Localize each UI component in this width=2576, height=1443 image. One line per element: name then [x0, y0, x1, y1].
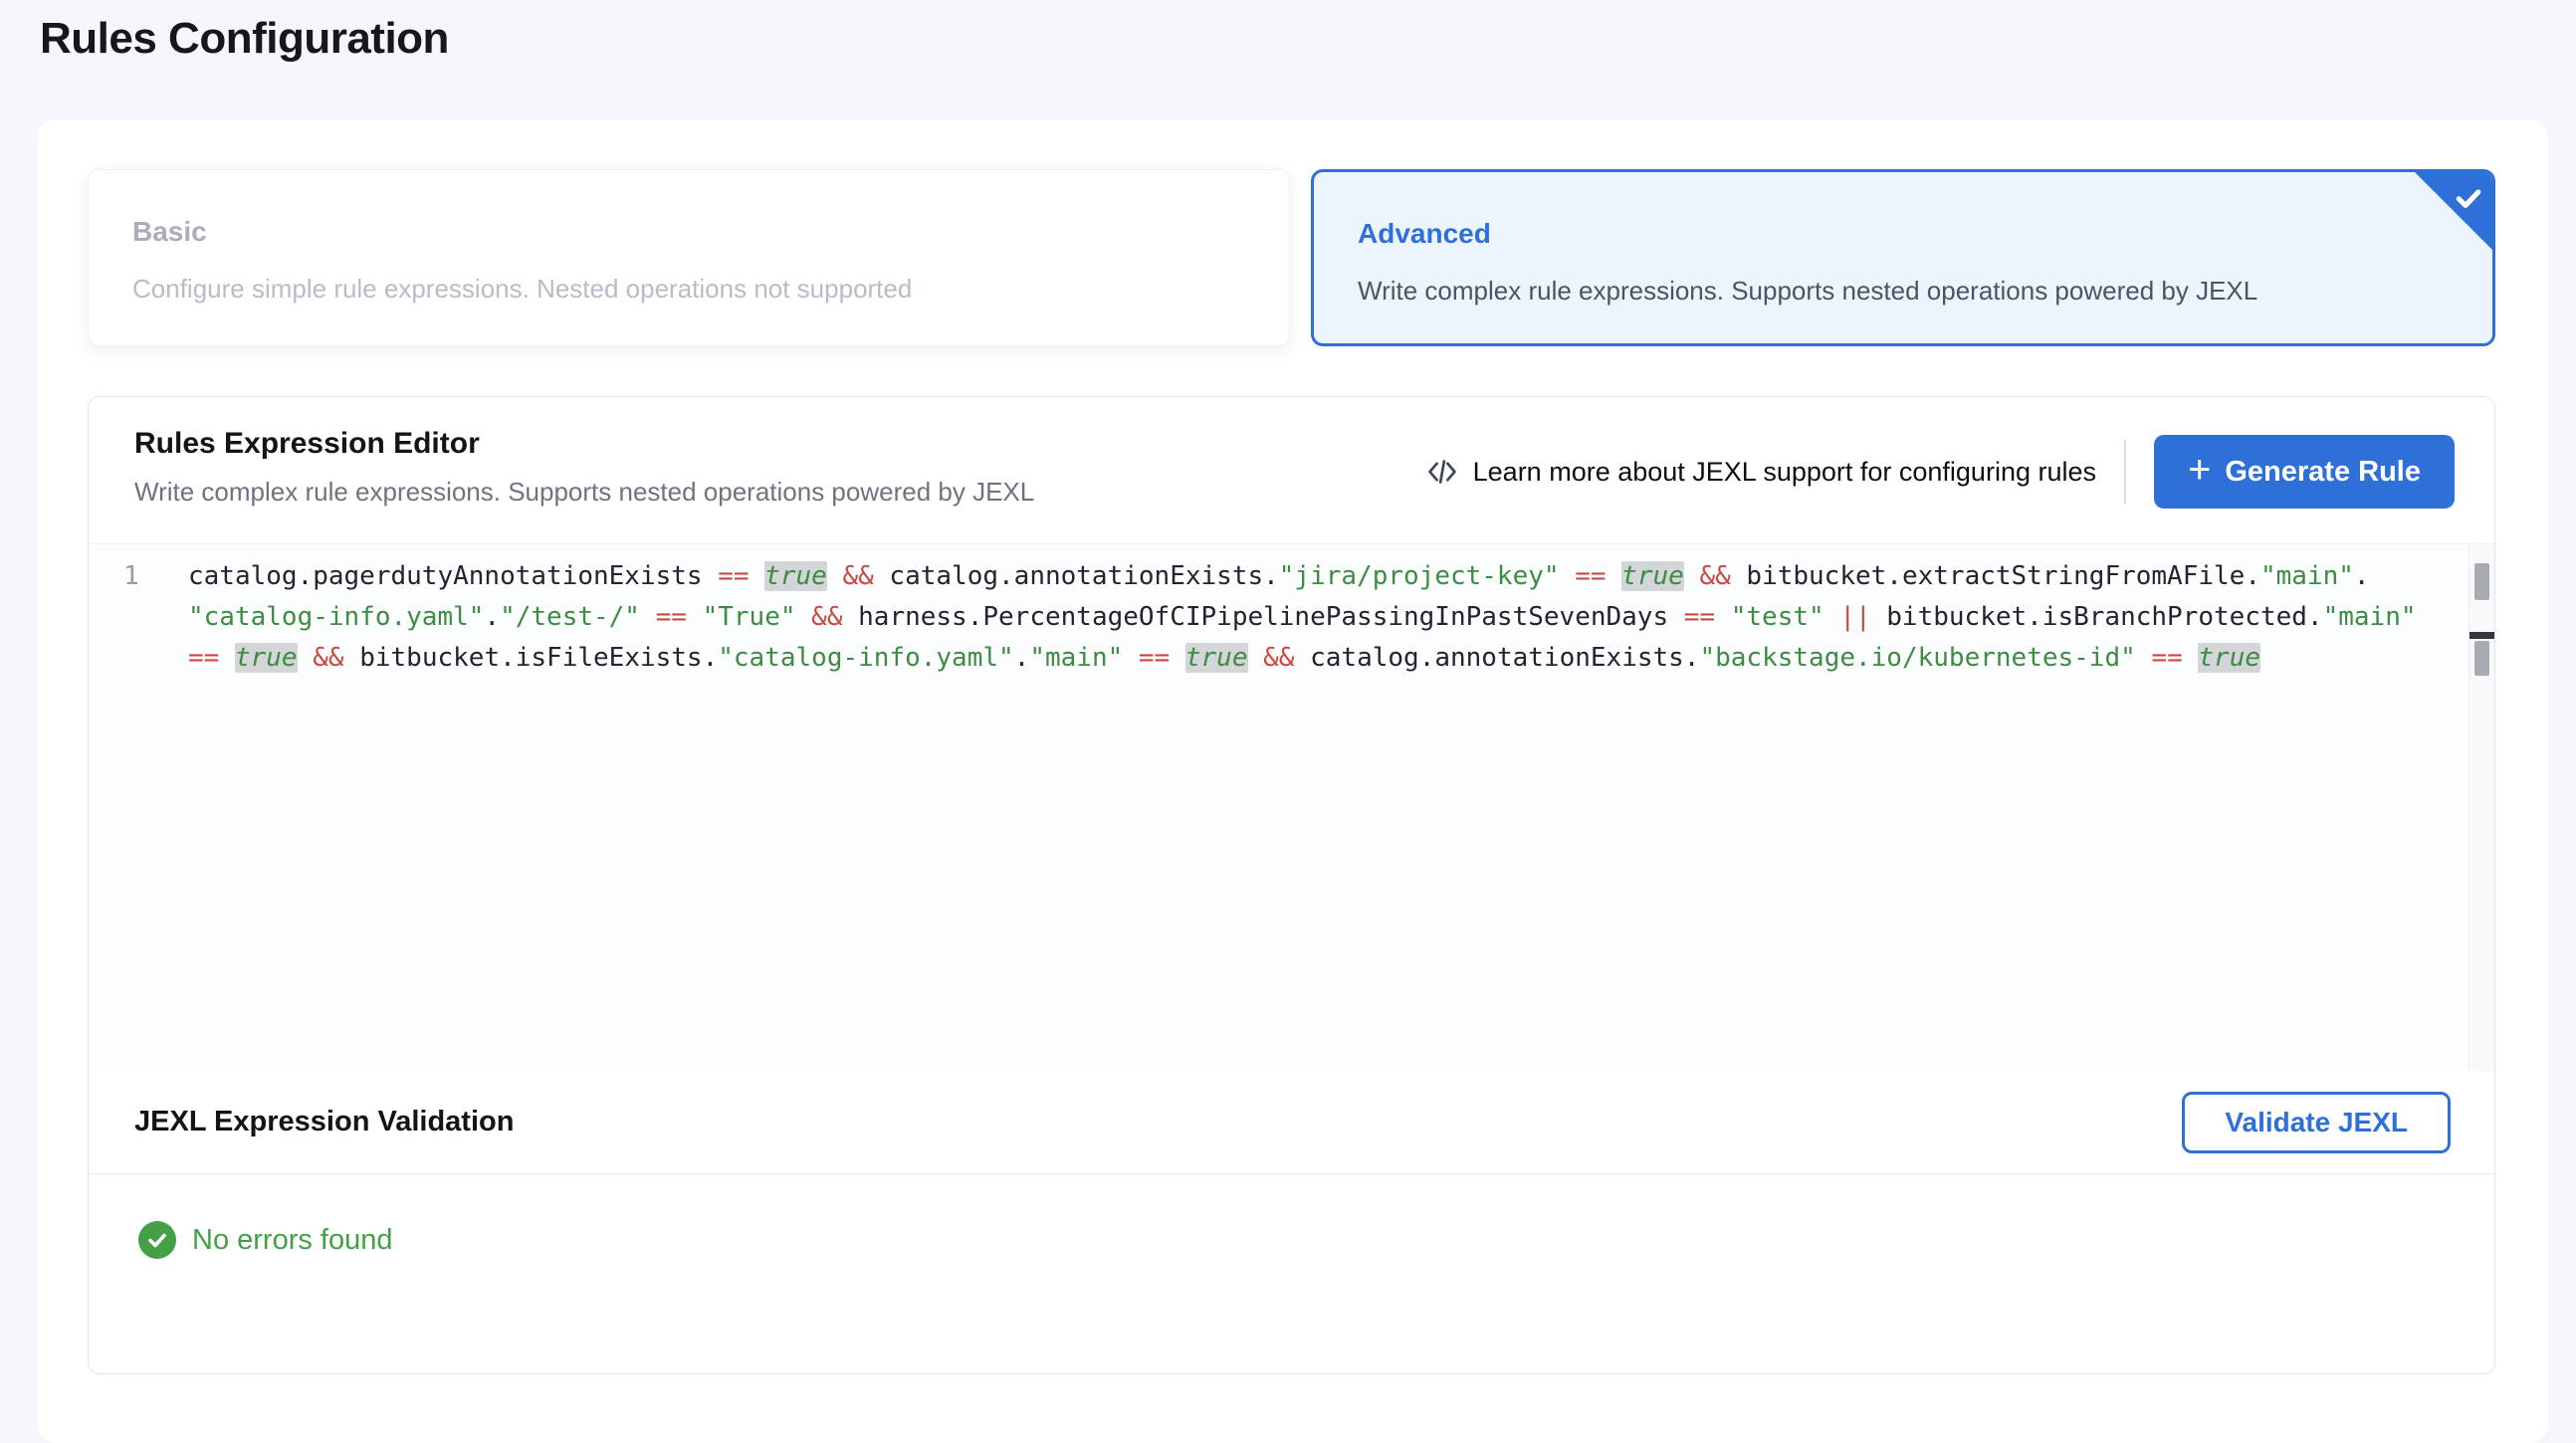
basic-card-description: Configure simple rule expressions. Neste…	[132, 274, 1245, 305]
editor-header-controls: Learn more about JEXL support for config…	[1425, 435, 2455, 509]
scrollbar-cursor-tick	[2469, 632, 2494, 639]
editor-title: Rules Expression Editor	[134, 427, 480, 461]
basic-card-title: Basic	[132, 216, 1245, 248]
header-divider	[2124, 440, 2126, 504]
code-line[interactable]: == true && bitbucket.isFileExists."catal…	[188, 638, 2465, 679]
code-content[interactable]: catalog.pagerdutyAnnotationExists == tru…	[188, 556, 2465, 679]
line-number-gutter: 1	[89, 556, 174, 597]
plus-icon: +	[2188, 448, 2211, 493]
rules-configuration-page: Rules Configuration Basic Configure simp…	[0, 0, 2576, 1411]
check-icon	[2451, 180, 2486, 216]
code-editor[interactable]: 1 catalog.pagerdutyAnnotationExists == t…	[89, 543, 2494, 1071]
validation-status: No errors found	[138, 1221, 393, 1259]
main-panel: Basic Configure simple rule expressions.…	[38, 119, 2548, 1443]
validation-status-text: No errors found	[192, 1224, 393, 1257]
editor-scrollbar[interactable]	[2469, 544, 2494, 1071]
code-icon	[1425, 455, 1459, 489]
mode-card-advanced[interactable]: Advanced Write complex rule expressions.…	[1311, 169, 2495, 346]
editor-subtitle: Write complex rule expressions. Supports…	[134, 477, 1034, 508]
jexl-validation-title: JEXL Expression Validation	[134, 1106, 514, 1138]
advanced-card-description: Write complex rule expressions. Supports…	[1358, 276, 2449, 307]
code-line[interactable]: catalog.pagerdutyAnnotationExists == tru…	[188, 556, 2465, 597]
scrollbar-mark	[2474, 641, 2489, 676]
scrollbar-mark	[2474, 563, 2489, 600]
editor-header: Rules Expression Editor Write complex ru…	[89, 397, 2494, 543]
learn-more-jexl-link[interactable]: Learn more about JEXL support for config…	[1425, 455, 2096, 489]
mode-card-basic[interactable]: Basic Configure simple rule expressions.…	[88, 169, 1290, 346]
validate-jexl-button[interactable]: Validate JEXL	[2182, 1092, 2451, 1153]
code-line[interactable]: "catalog-info.yaml"."/test-/" == "True" …	[188, 597, 2465, 638]
advanced-card-title: Advanced	[1358, 218, 2449, 250]
line-number: 1	[89, 556, 174, 597]
rules-expression-editor-card: Rules Expression Editor Write complex ru…	[88, 396, 2495, 1374]
jexl-validation-row: JEXL Expression Validation Validate JEXL	[89, 1071, 2494, 1174]
learn-more-label: Learn more about JEXL support for config…	[1473, 457, 2096, 488]
page-title: Rules Configuration	[40, 14, 449, 64]
generate-rule-button[interactable]: + Generate Rule	[2154, 435, 2455, 509]
generate-rule-label: Generate Rule	[2225, 456, 2421, 489]
success-check-icon	[138, 1221, 176, 1259]
